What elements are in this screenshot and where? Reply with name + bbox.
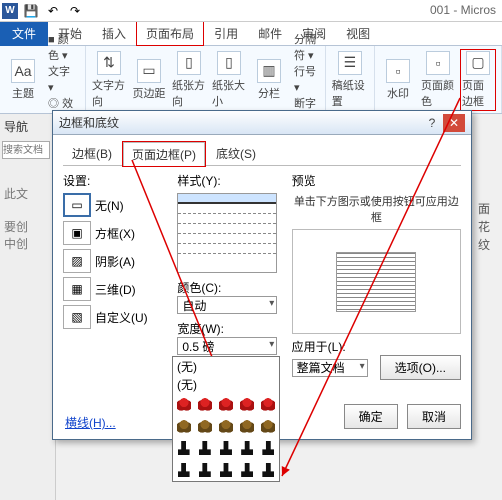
- watermark-icon: ▫: [386, 59, 410, 83]
- ribbon-group-background: ▫水印 ▫页面颜色 ▢页面边框: [375, 46, 502, 113]
- themes-button[interactable]: Aa 主题: [6, 59, 40, 101]
- page-border-button[interactable]: ▢页面边框: [461, 50, 495, 110]
- ok-button[interactable]: 确定: [344, 404, 398, 429]
- watermark-button[interactable]: ▫水印: [381, 59, 415, 101]
- art-option-chairs-2[interactable]: [173, 459, 279, 481]
- art-dropdown[interactable]: (无) (无): [172, 356, 280, 482]
- pagecolor-icon: ▫: [426, 51, 450, 75]
- redo-icon[interactable]: ↷: [66, 2, 84, 20]
- border-icon: ▢: [466, 51, 490, 75]
- tab-mailings[interactable]: 邮件: [248, 21, 292, 46]
- columns-icon: ▥: [257, 59, 281, 83]
- dialog-titlebar[interactable]: 边框和底纹 ? ✕: [53, 111, 471, 135]
- dialog-title: 边框和底纹: [59, 111, 119, 135]
- preview-column: 预览 单击下方图示或使用按钮可应用边框 应用于(L): 整篇文档 选项(O)..…: [292, 172, 461, 396]
- colors-label[interactable]: ■ 颜色 ▾: [46, 32, 79, 64]
- box-icon: ▣: [63, 221, 91, 245]
- art-option-chairs[interactable]: [173, 437, 279, 459]
- ribbon: Aa 主题 ■ 颜色 ▾ 文字 ▾ ◎ 效果 ▾ ⇅文字方向 ▭页边距 ▯纸张方…: [0, 46, 502, 114]
- direction-icon: ⇅: [97, 51, 121, 75]
- dlg-tab-border[interactable]: 边框(B): [63, 141, 121, 165]
- tab-file[interactable]: 文件: [0, 21, 48, 46]
- three-d-icon: ▦: [63, 277, 91, 301]
- dlg-tab-shading[interactable]: 底纹(S): [207, 141, 265, 165]
- text-direction-button[interactable]: ⇅文字方向: [92, 51, 126, 109]
- tab-references[interactable]: 引用: [204, 21, 248, 46]
- style-label: 样式(Y):: [177, 172, 281, 189]
- help-icon[interactable]: ?: [421, 114, 443, 132]
- options-button[interactable]: 选项(O)...: [380, 355, 461, 380]
- ribbon-group-pagesetup: ⇅文字方向 ▭页边距 ▯纸张方向 ▯纸张大小 ▥分栏 分隔符 ▾ 行号 ▾ 断字…: [86, 46, 326, 113]
- size-button[interactable]: ▯纸张大小: [212, 51, 246, 109]
- window-title: 001 - Micros: [430, 3, 496, 17]
- snippet-1: 此文: [0, 181, 55, 206]
- art-option-flowers-gold[interactable]: [173, 415, 279, 437]
- style-listbox[interactable]: [177, 193, 277, 273]
- color-label: 颜色(C):: [177, 279, 281, 296]
- snippet-3: 中创: [0, 235, 55, 252]
- custom-icon: ▧: [63, 305, 91, 329]
- orient-icon: ▯: [177, 51, 201, 75]
- preview-hint: 单击下方图示或使用按钮可应用边框: [292, 193, 461, 225]
- save-icon[interactable]: 💾: [22, 2, 40, 20]
- lineno-label[interactable]: 行号 ▾: [292, 64, 319, 96]
- setting-3d[interactable]: ▦三维(D): [63, 277, 167, 301]
- pagecolor-button[interactable]: ▫页面颜色: [421, 51, 455, 109]
- width-label: 宽度(W):: [177, 320, 281, 337]
- tab-view[interactable]: 视图: [336, 21, 380, 46]
- width-combo[interactable]: 0.5 磅: [177, 337, 277, 355]
- apply-label: 应用于(L):: [292, 338, 461, 355]
- quick-access-toolbar: W 💾 ↶ ↷ 001 - Micros: [0, 0, 502, 22]
- tab-insert[interactable]: 插入: [92, 21, 136, 46]
- dialog-tabs: 边框(B) 页面边框(P) 底纹(S): [63, 141, 461, 166]
- color-combo[interactable]: 自动: [177, 296, 277, 314]
- paper-icon: ☰: [338, 51, 362, 75]
- themes-icon: Aa: [11, 59, 35, 83]
- apply-combo[interactable]: 整篇文档: [292, 359, 368, 377]
- themes-label: 主题: [12, 85, 34, 101]
- nav-title: 导航: [0, 114, 55, 139]
- columns-button[interactable]: ▥分栏: [252, 59, 286, 101]
- snippet-2: 要创: [0, 218, 55, 235]
- preview-box[interactable]: [292, 229, 461, 334]
- fonts-label[interactable]: 文字 ▾: [46, 64, 79, 96]
- tab-page-layout[interactable]: 页面布局: [136, 21, 204, 46]
- undo-icon[interactable]: ↶: [44, 2, 62, 20]
- size-icon: ▯: [217, 51, 241, 75]
- margins-button[interactable]: ▭页边距: [132, 59, 166, 101]
- cancel-button[interactable]: 取消: [407, 404, 461, 429]
- art-option-none-2[interactable]: (无): [173, 375, 279, 393]
- doc-fragment: 面花纹: [478, 200, 500, 254]
- setting-none[interactable]: ▭无(N): [63, 193, 167, 217]
- preview-label: 预览: [292, 172, 461, 189]
- setting-label: 设置:: [63, 172, 167, 189]
- ribbon-group-themes: Aa 主题 ■ 颜色 ▾ 文字 ▾ ◎ 效果 ▾: [0, 46, 86, 113]
- art-option-flowers[interactable]: [173, 393, 279, 415]
- margins-icon: ▭: [137, 59, 161, 83]
- none-icon: ▭: [63, 193, 91, 217]
- setting-box[interactable]: ▣方框(X): [63, 221, 167, 245]
- navigation-pane: 导航 此文 要创 中创: [0, 114, 56, 500]
- ribbon-group-paper: ☰稿纸设置: [326, 46, 375, 113]
- paper-button[interactable]: ☰稿纸设置: [332, 51, 368, 109]
- close-icon[interactable]: ✕: [443, 114, 465, 132]
- art-option-none[interactable]: (无): [173, 357, 279, 375]
- word-icon: W: [2, 3, 18, 19]
- breaks-label[interactable]: 分隔符 ▾: [292, 32, 319, 64]
- hline-link[interactable]: 横线(H)...: [65, 414, 116, 431]
- dlg-tab-pageborder[interactable]: 页面边框(P): [123, 142, 205, 166]
- setting-shadow[interactable]: ▨阴影(A): [63, 249, 167, 273]
- setting-column: 设置: ▭无(N) ▣方框(X) ▨阴影(A) ▦三维(D) ▧自定义(U): [63, 172, 167, 396]
- setting-custom[interactable]: ▧自定义(U): [63, 305, 167, 329]
- search-input[interactable]: [2, 141, 50, 159]
- shadow-icon: ▨: [63, 249, 91, 273]
- orientation-button[interactable]: ▯纸张方向: [172, 51, 206, 109]
